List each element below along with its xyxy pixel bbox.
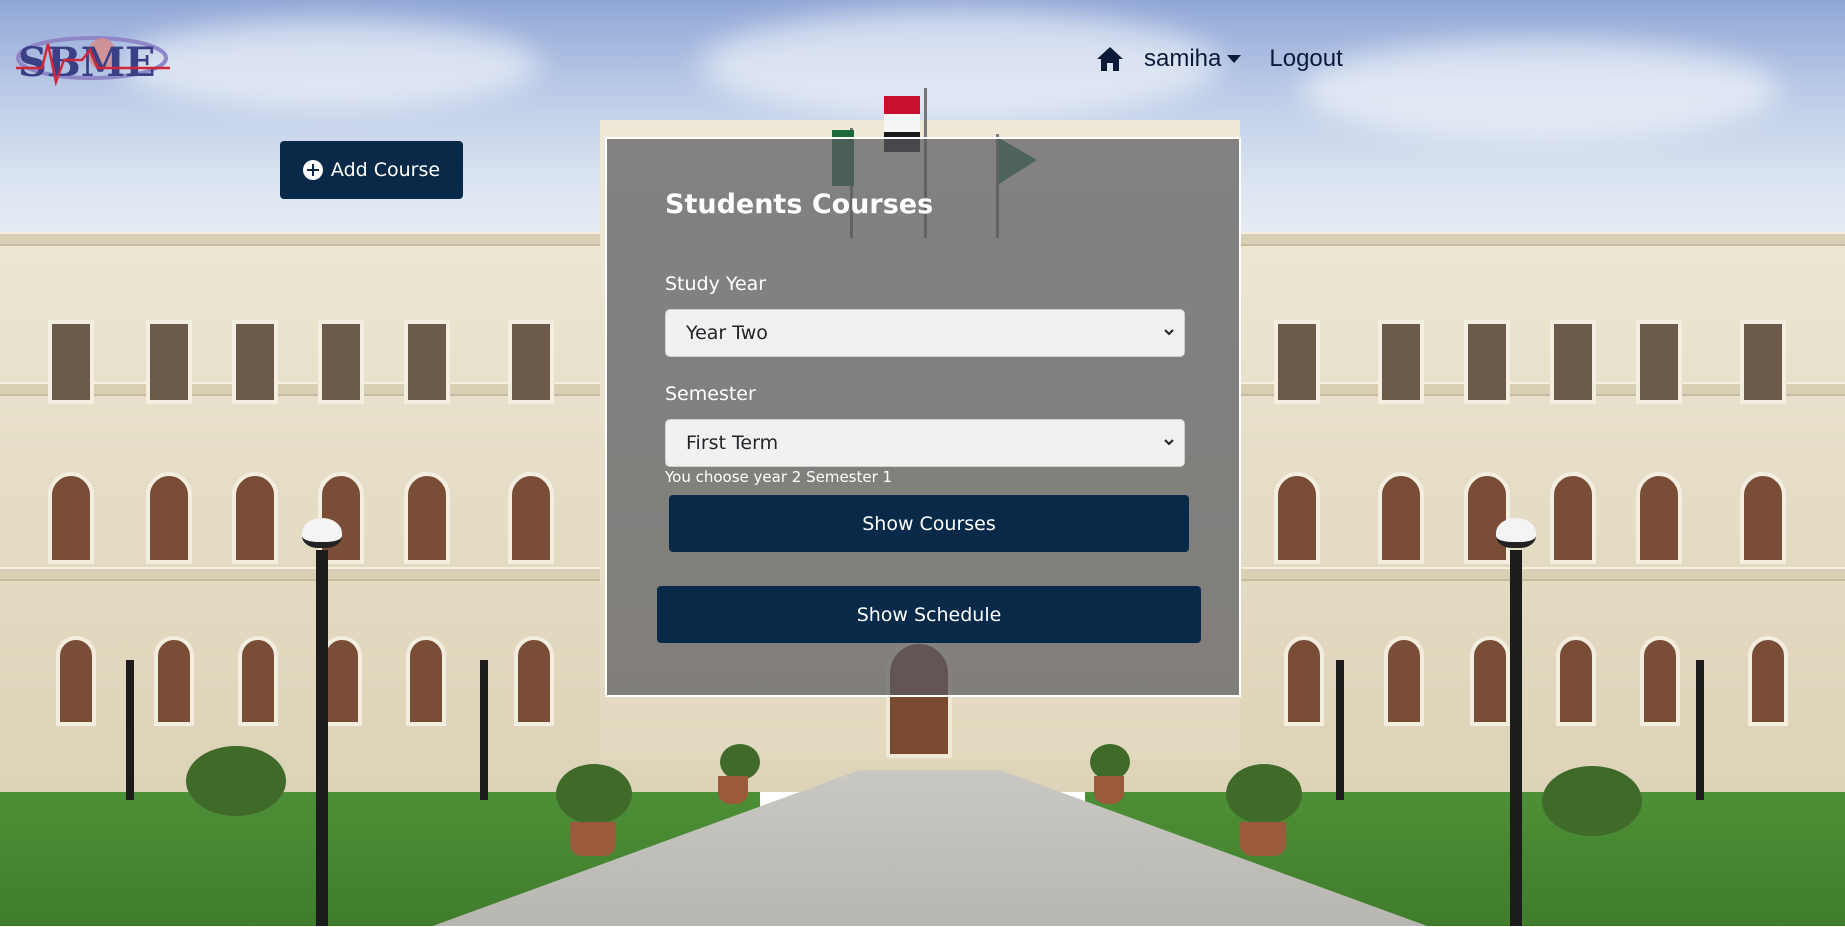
study-year-select[interactable]: Year Two <box>665 309 1185 357</box>
cloud <box>120 20 540 110</box>
caret-down-icon <box>1227 55 1242 63</box>
study-year-label: Study Year <box>665 273 767 295</box>
semester-value: First Term <box>686 432 779 454</box>
show-courses-label: Show Courses <box>862 512 996 535</box>
selection-hint: You choose year 2 Semester 1 <box>665 468 893 486</box>
panel-title: Students Courses <box>665 189 934 220</box>
plus-circle-icon <box>302 160 323 180</box>
study-year-value: Year Two <box>686 322 768 344</box>
show-courses-button[interactable]: Show Courses <box>669 495 1189 552</box>
semester-label: Semester <box>665 383 756 405</box>
show-schedule-label: Show Schedule <box>856 603 1002 626</box>
cloud <box>1300 40 1780 140</box>
sbme-logo[interactable]: SBME <box>12 24 172 88</box>
home-icon[interactable] <box>1094 43 1126 75</box>
show-schedule-button[interactable]: Show Schedule <box>657 586 1201 643</box>
chevron-down-icon <box>1164 329 1174 336</box>
user-dropdown[interactable]: samiha <box>1144 45 1242 73</box>
logo-mark: SBME <box>16 36 170 87</box>
top-nav: samiha Logout <box>1094 40 1343 78</box>
svg-text:SBME: SBME <box>18 39 155 86</box>
students-courses-panel: Students Courses Study Year Year Two Sem… <box>605 137 1241 697</box>
logout-link[interactable]: Logout <box>1269 45 1342 73</box>
chevron-down-icon <box>1164 439 1174 446</box>
add-course-button[interactable]: Add Course <box>280 141 463 199</box>
user-name: samiha <box>1144 45 1222 72</box>
add-course-label: Add Course <box>330 159 441 181</box>
semester-select[interactable]: First Term <box>665 419 1185 467</box>
